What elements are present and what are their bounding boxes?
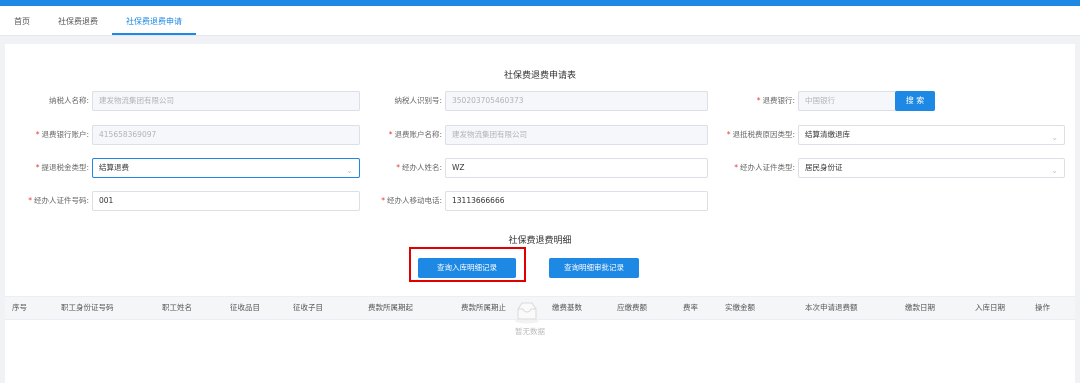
- handler-name-label: * 经办人姓名:: [396, 163, 442, 172]
- col-header: 本次申请退费额: [805, 303, 858, 312]
- taxpayer-id-field[interactable]: 350203705460373: [445, 91, 708, 111]
- handler-id-type-label: * 经办人证件类型:: [734, 163, 795, 172]
- chevron-down-icon: ⌄: [346, 166, 353, 175]
- handler-phone-field[interactable]: 13113666666: [445, 191, 708, 211]
- handler-phone-label: * 经办人移动电话:: [381, 196, 442, 205]
- refund-bank-account-field[interactable]: 415658369097: [92, 125, 360, 145]
- refund-account-name-label: * 退费账户名称:: [388, 130, 442, 139]
- col-header: 实缴金额: [725, 303, 755, 312]
- col-header: 序号: [12, 303, 27, 312]
- col-header: 费款所属期起: [368, 303, 413, 312]
- refund-account-name-field[interactable]: 建发物流集团有限公司: [445, 125, 708, 145]
- refund-bank-field[interactable]: 中国银行: [798, 91, 896, 111]
- empty-text: 暂无数据: [515, 327, 545, 336]
- tab-social-refund[interactable]: 社保费退费: [44, 5, 112, 35]
- tab-home[interactable]: 首页: [0, 5, 44, 35]
- chevron-down-icon: ⌄: [1051, 133, 1058, 142]
- col-header: 应缴费额: [617, 303, 647, 312]
- detail-title: 社保费退费明细: [508, 236, 572, 246]
- refund-bank-account-label: * 退费银行账户:: [35, 130, 89, 139]
- refund-tax-type-label: * 提退税金类型:: [35, 163, 89, 172]
- handler-id-type-select[interactable]: 居民身份证 ⌄: [798, 158, 1065, 178]
- taxpayer-name-field[interactable]: 建发物流集团有限公司: [92, 91, 360, 111]
- tab-bar: 首页 社保费退费 社保费退费申请: [0, 6, 1080, 36]
- col-header: 征收品目: [230, 303, 260, 312]
- handler-name-field[interactable]: WZ: [445, 158, 708, 178]
- col-header: 职工姓名: [162, 303, 192, 312]
- tab-social-refund-apply[interactable]: 社保费退费申请: [112, 5, 196, 35]
- refund-reason-type-select[interactable]: 结算清缴退库 ⌄: [798, 125, 1065, 145]
- taxpayer-name-label: 纳税人名称:: [48, 96, 89, 105]
- col-header: 费率: [683, 303, 698, 312]
- handler-id-number-field[interactable]: 001: [92, 191, 360, 211]
- col-header: 操作: [1035, 303, 1050, 312]
- form-row-3: * 提退税金类型: 结算退费 ⌄ * 经办人姓名: WZ * 经办人证件类型: 居民身份…: [5, 158, 1075, 178]
- query-approval-button[interactable]: 查询明细审批记录: [549, 258, 639, 278]
- scrollbar-track[interactable]: [1075, 44, 1080, 383]
- search-button[interactable]: 搜 索: [895, 91, 935, 111]
- handler-id-number-label: * 经办人证件号码:: [28, 196, 89, 205]
- refund-tax-type-select[interactable]: 结算退费 ⌄: [92, 158, 360, 178]
- table-header: 序号 职工身份证号码 职工姓名 征收品目 征收子目 费款所属期起 费款所属期止 …: [5, 296, 1075, 320]
- taxpayer-id-label: 纳税人识别号:: [394, 96, 442, 105]
- col-header: 缴款日期: [905, 303, 935, 312]
- refund-reason-type-label: * 退抵税费原因类型:: [726, 130, 795, 139]
- col-header: 缴费基数: [552, 303, 582, 312]
- col-header: 费款所属期止: [461, 303, 506, 312]
- col-header: 征收子目: [293, 303, 323, 312]
- main-panel: 社保费退费申请表 纳税人名称: 建发物流集团有限公司 纳税人识别号: 35020…: [5, 44, 1075, 383]
- form-row-1: 纳税人名称: 建发物流集团有限公司 纳税人识别号: 35020370546037…: [5, 91, 1075, 111]
- form-row-4: * 经办人证件号码: 001 * 经办人移动电话: 13113666666: [5, 191, 1075, 211]
- form-row-2: * 退费银行账户: 415658369097 * 退费账户名称: 建发物流集团有限公…: [5, 125, 1075, 145]
- refund-bank-label: * 退费银行:: [756, 96, 795, 105]
- empty-box-icon: [515, 302, 539, 324]
- query-warehouse-button[interactable]: 查询入库明细记录: [418, 258, 516, 278]
- col-header: 入库日期: [975, 303, 1005, 312]
- chevron-down-icon: ⌄: [1051, 166, 1058, 175]
- col-header: 职工身份证号码: [61, 303, 114, 312]
- form-title: 社保费退费申请表: [503, 71, 576, 81]
